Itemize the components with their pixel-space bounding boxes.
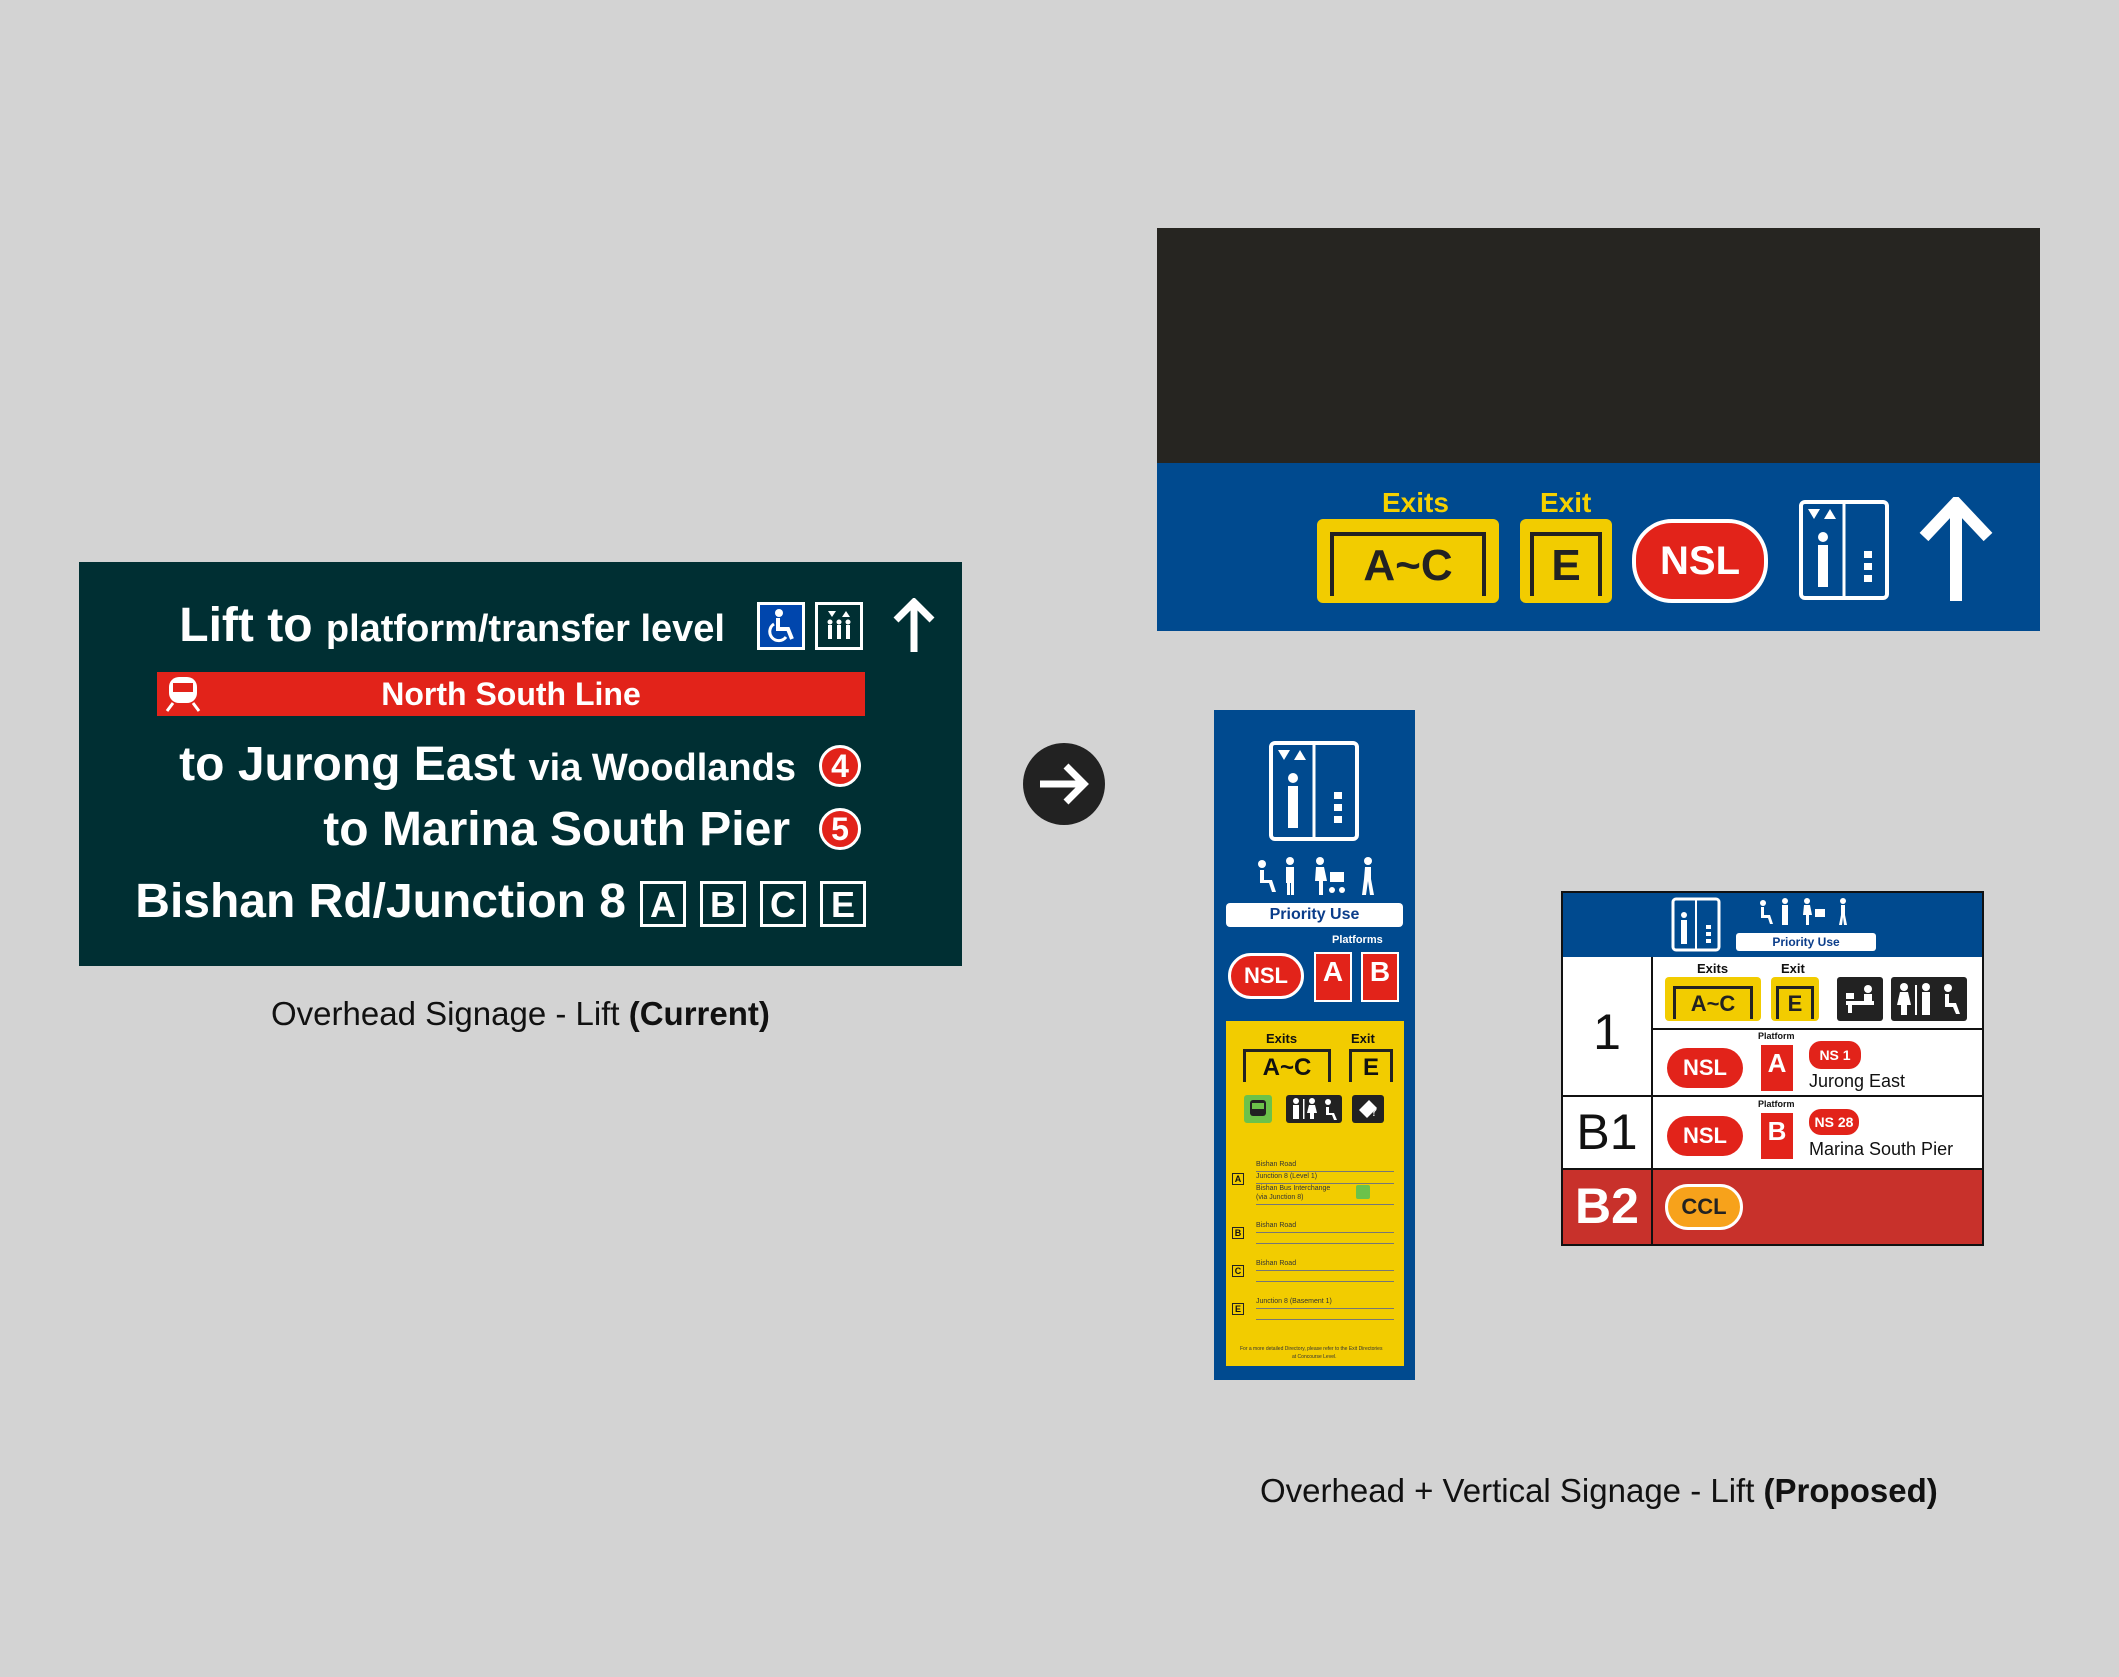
street-text: Bishan Rd/Junction 8 (135, 875, 626, 928)
dest1-via-text: via Woodlands (528, 747, 796, 789)
priority-use-label: Priority Use (1736, 933, 1876, 951)
exits-label: Exits (1266, 1031, 1298, 1046)
passenger-service-icon (1837, 977, 1883, 1021)
lift-door-icon (1269, 741, 1359, 841)
exits-a-c-value: A~C (1243, 1049, 1331, 1082)
exit-label: Exit (1540, 487, 1592, 518)
exits-label: Exits (1382, 487, 1449, 518)
platform-a-badge: A (1761, 1045, 1793, 1091)
exit-e-box: E (1520, 519, 1612, 603)
bus-icon (1356, 1185, 1370, 1199)
station-code-ns28: NS 28 (1809, 1109, 1859, 1135)
exit-e-value: E (1349, 1049, 1393, 1082)
dir-a-line-3: Bishan Bus Interchange (1256, 1185, 1331, 1192)
level-b1-label: B1 (1576, 1104, 1638, 1160)
lift-directory-sign: Priority Use 1 Exits A~C Exit E NSL Plat… (1561, 891, 1984, 1246)
current-lift-sign: Lift to platform/transfer level North So… (79, 562, 962, 966)
station-code-ns1: NS 1 (1809, 1041, 1861, 1069)
ccl-badge: CCL (1665, 1184, 1743, 1230)
arrow-up-icon (893, 598, 935, 652)
exits-a-c-value: A~C (1330, 532, 1486, 596)
exits-label: Exits (1697, 961, 1729, 976)
exits-a-c-box: A~C (1317, 519, 1499, 603)
exit-e-value: E (1530, 532, 1602, 596)
exit-label: Exit (1781, 961, 1805, 976)
dir-b-code: B (1232, 1227, 1244, 1239)
exits-a-c-value: A~C (1673, 985, 1753, 1019)
overhead-blank-panel (1157, 228, 2040, 463)
dir-a-line-2: Junction 8 (Level 1) (1256, 1173, 1318, 1180)
platforms-label: Platforms (1332, 934, 1383, 946)
priority-users-icon (1760, 898, 1847, 925)
bus-icon (1244, 1095, 1272, 1123)
footnote-line-1: For a more detailed Directory, please re… (1240, 1346, 1383, 1352)
dest-marina-south-pier: to Marina South Pier (323, 803, 790, 856)
lift-door-icon (1671, 897, 1721, 952)
level-b2-label: B2 (1575, 1178, 1639, 1234)
platform-4-badge: 4 (819, 745, 861, 787)
dest1-text: to Jurong East (179, 738, 516, 791)
north-south-line-bar: North South Line (157, 672, 865, 716)
platform-b-badge: B (1361, 952, 1399, 1002)
platform-5-badge: 5 (819, 808, 861, 850)
ticket-enquiry-icon: ? (1352, 1095, 1384, 1123)
exits-a-c-box: A~C (1665, 977, 1761, 1021)
nsl-badge: NSL (1667, 1116, 1743, 1156)
caption-proposed-bold: (Proposed) (1763, 1472, 1938, 1509)
directory-header: Priority Use (1563, 893, 1982, 957)
caption-current: Overhead Signage - Lift (Current) (271, 995, 770, 1033)
arrow-up-icon (1919, 497, 1993, 601)
dir-b-line-1: Bishan Road (1256, 1222, 1297, 1229)
dir-e-line-1: Junction 8 (Basement 1) (1256, 1298, 1332, 1305)
nsl-badge: NSL (1228, 953, 1304, 999)
dest-jurong-east: Jurong East (1809, 1071, 1906, 1091)
caption-proposed: Overhead + Vertical Signage - Lift (Prop… (1260, 1472, 1938, 1510)
lift-to-heading: Lift to platform/transfer level (179, 598, 725, 653)
exit-b-box: B (700, 881, 746, 927)
platform-label: Platform (1758, 1031, 1795, 1041)
exit-e-box: E (1771, 977, 1819, 1021)
svg-text:?: ? (1371, 1105, 1377, 1119)
dir-e-code: E (1232, 1303, 1244, 1315)
lift-icon (815, 602, 863, 650)
nsl-badge: NSL (1632, 519, 1768, 603)
lift-to-text: Lift to (179, 599, 313, 652)
vertical-lift-sign: Priority Use Platforms NSL A B Exits A~C… (1214, 710, 1415, 1380)
dir-a-line-1: Bishan Road (1256, 1161, 1297, 1168)
nsl-badge: NSL (1667, 1048, 1743, 1088)
dest-marina-south-pier: Marina South Pier (1809, 1139, 1954, 1159)
train-icon (165, 677, 201, 712)
toilet-icon (1286, 1095, 1342, 1123)
exit-e-box: E (820, 881, 866, 927)
street-exits-row: Bishan Rd/Junction 8 ABCE (135, 874, 866, 929)
line-name: North South Line (381, 676, 641, 712)
exit-a-box: A (640, 881, 686, 927)
exit-e-value: E (1776, 985, 1814, 1019)
exit-directory-panel: Exits A~C Exit E ? Bishan Road A Junctio… (1226, 1021, 1404, 1366)
dir-c-code: C (1232, 1265, 1244, 1277)
proposed-overhead-sign: Exits A~C Exit E NSL (1157, 463, 2040, 631)
toilet-icon (1891, 977, 1967, 1021)
caption-current-main: Overhead Signage - Lift (271, 995, 629, 1032)
caption-current-bold: (Current) (628, 995, 770, 1032)
dir-a-line-4: (via Junction 8) (1256, 1194, 1304, 1201)
priority-use-label: Priority Use (1226, 903, 1403, 927)
caption-proposed-main: Overhead + Vertical Signage - Lift (1260, 1472, 1764, 1509)
platform-label: Platform (1758, 1099, 1795, 1109)
lift-door-icon (1799, 500, 1889, 600)
arrow-right-icon (1023, 743, 1105, 825)
priority-users-icon (1258, 857, 1374, 895)
wheelchair-icon (757, 602, 805, 650)
dir-a-code: A (1232, 1173, 1244, 1185)
platform-b-badge: B (1761, 1113, 1793, 1159)
platform-a-badge: A (1314, 952, 1352, 1002)
platform-level-text: platform/transfer level (325, 608, 725, 650)
dest-jurong-east: to Jurong East via Woodlands (179, 737, 796, 792)
exit-c-box: C (760, 881, 806, 927)
footnote-line-2: at Concourse Level. (1292, 1354, 1337, 1360)
exit-label: Exit (1351, 1031, 1375, 1046)
dir-c-line-1: Bishan Road (1256, 1260, 1297, 1267)
level-1-label: 1 (1593, 1004, 1621, 1060)
